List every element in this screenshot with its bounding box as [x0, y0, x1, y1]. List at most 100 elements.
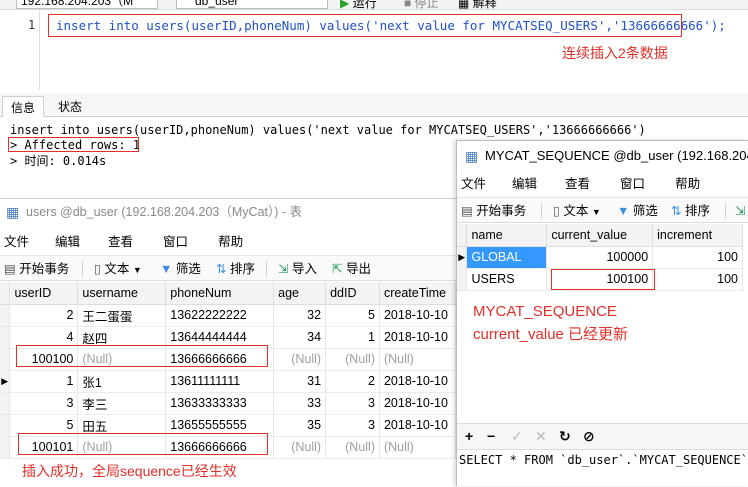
begin-transaction-button[interactable]: ▤ 开始事务 — [4, 260, 69, 278]
cell-phonenum[interactable]: 13611111111 — [165, 370, 275, 393]
cell-age[interactable]: 35 — [273, 414, 327, 437]
menu-edit[interactable]: 编辑 — [512, 173, 561, 195]
cell-userid[interactable]: 2 — [9, 304, 79, 327]
discard-changes-icon[interactable]: ✕ — [535, 428, 547, 445]
sequence-tool-bar: ▤ 开始事务 ▯ 文本 ▼ ▼ 筛选 ⇅ 排序 ⇲ — [457, 197, 748, 223]
cell-ddid[interactable]: (Null) — [325, 348, 380, 371]
stop-button[interactable]: ■ 停止 — [404, 0, 439, 9]
sort-icon: ⇅ — [671, 204, 682, 218]
column-header-createtime[interactable]: createTime — [379, 282, 457, 305]
menu-window[interactable]: 窗口 — [163, 231, 214, 253]
cell-increment[interactable]: 100 — [652, 246, 743, 269]
cell-phonenum[interactable]: 13622222222 — [165, 304, 275, 327]
row-indicator — [0, 436, 11, 459]
run-button[interactable]: ▶ 运行 — [340, 0, 377, 10]
column-header-name[interactable]: name — [466, 224, 548, 247]
cell-username[interactable]: 王二蛋蛋 — [77, 304, 167, 327]
export-label: 导出 — [345, 262, 371, 276]
cell-userid[interactable]: 3 — [9, 392, 79, 415]
column-header-ddid[interactable]: ddID — [325, 282, 380, 305]
cell-ddid[interactable]: 3 — [325, 392, 380, 415]
cell-createtime[interactable]: 2018-10-10 — [379, 414, 457, 437]
cell-createtime[interactable]: 2018-10-10 — [379, 304, 457, 327]
cell-increment[interactable]: 100 — [652, 268, 743, 291]
top-toolbar: 192.168.204.203（M db_user ▶ 运行 ■ 停止 ▦ 解释 — [0, 0, 748, 10]
cell-current-value[interactable]: 100000 — [546, 246, 654, 269]
menu-view[interactable]: 查看 — [108, 231, 159, 253]
cell-ddid[interactable]: (Null) — [325, 436, 380, 459]
cell-username[interactable]: 李三 — [77, 392, 167, 415]
cell-createtime[interactable]: (Null) — [379, 348, 457, 371]
cell-createtime[interactable]: (Null) — [379, 436, 457, 459]
apply-changes-icon[interactable]: ✓ — [511, 428, 523, 445]
filter-label: 筛选 — [632, 204, 658, 218]
refresh-icon[interactable]: ↻ — [559, 428, 571, 445]
cell-age[interactable]: 31 — [273, 370, 327, 393]
stop-icon[interactable]: ⊘ — [583, 428, 595, 445]
text-view-button[interactable]: ▯ 文本 ▼ — [553, 202, 601, 220]
cell-ddid[interactable]: 5 — [325, 304, 380, 327]
cell-ddid[interactable]: 2 — [325, 370, 380, 393]
export-button[interactable]: ⇱ 导出 — [332, 260, 371, 278]
begin-transaction-label: 开始事务 — [476, 204, 527, 218]
filter-button[interactable]: ▼ 筛选 — [617, 202, 658, 220]
column-header-userid[interactable]: userID — [9, 282, 79, 305]
cell-age[interactable]: 34 — [273, 326, 327, 349]
cell-ddid[interactable]: 3 — [325, 414, 380, 437]
sql-editor[interactable]: 1 insert into users(userID,phoneNum) val… — [0, 10, 748, 90]
cell-name[interactable]: GLOBAL — [466, 246, 548, 269]
import-button[interactable]: ⇲ 导入 — [278, 260, 317, 278]
table-row[interactable]: ▶ GLOBAL 100000 100 — [457, 246, 743, 269]
cell-age[interactable]: (Null) — [273, 348, 327, 371]
column-header-username[interactable]: username — [77, 282, 167, 305]
menu-view[interactable]: 查看 — [565, 173, 616, 195]
table-row[interactable]: 3 李三 13633333333 33 3 2018-10-10 — [0, 392, 457, 415]
column-header-current-value[interactable]: current_value — [546, 224, 654, 247]
add-record-icon[interactable]: + — [465, 428, 473, 444]
cell-createtime[interactable]: 2018-10-10 — [379, 326, 457, 349]
connection-select-value: 192.168.204.203（M — [21, 0, 134, 8]
cell-createtime[interactable]: 2018-10-10 — [379, 370, 457, 393]
begin-transaction-button[interactable]: ▤ 开始事务 — [461, 202, 526, 220]
cell-age[interactable]: 32 — [273, 304, 327, 327]
tab-status[interactable]: 状态 — [50, 96, 90, 117]
menu-window[interactable]: 窗口 — [620, 173, 671, 195]
menu-edit[interactable]: 编辑 — [55, 231, 104, 253]
row-indicator — [0, 304, 11, 327]
menu-help[interactable]: 帮助 — [218, 231, 255, 253]
sequence-table-window: ▦ MYCAT_SEQUENCE @db_user (192.168.204.2… — [456, 140, 748, 486]
menu-file[interactable]: 文件 — [4, 231, 51, 253]
menu-help[interactable]: 帮助 — [675, 173, 712, 195]
cell-userid[interactable]: 1 — [9, 370, 79, 393]
run-label: 运行 — [352, 0, 377, 10]
cell-age[interactable]: (Null) — [273, 436, 327, 459]
cell-username[interactable]: 张1 — [77, 370, 167, 393]
connection-select[interactable]: 192.168.204.203（M — [16, 0, 158, 9]
cell-createtime[interactable]: 2018-10-10 — [379, 392, 457, 415]
current-value-highlight-box — [551, 269, 655, 290]
filter-button[interactable]: ▼ 筛选 — [160, 260, 201, 278]
table-row[interactable]: 2 王二蛋蛋 13622222222 32 5 2018-10-10 — [0, 304, 457, 327]
menu-file[interactable]: 文件 — [461, 173, 508, 195]
database-select[interactable]: db_user — [176, 0, 328, 9]
row-indicator — [0, 392, 11, 415]
explain-button[interactable]: ▦ 解释 — [458, 0, 497, 9]
cell-name[interactable]: USERS — [466, 268, 548, 291]
table-row[interactable]: ▶ 1 张1 13611111111 31 2 2018-10-10 — [0, 370, 457, 393]
column-header-age[interactable]: age — [273, 282, 327, 305]
cell-ddid[interactable]: 1 — [325, 326, 380, 349]
delete-record-icon[interactable]: − — [487, 428, 495, 444]
cell-phonenum[interactable]: 13633333333 — [165, 392, 275, 415]
sort-button[interactable]: ⇅ 排序 — [216, 260, 255, 278]
text-view-label: 文本 — [563, 204, 589, 218]
tab-info[interactable]: 信息 — [2, 96, 45, 117]
transaction-icon: ▤ — [461, 204, 473, 218]
cell-age[interactable]: 33 — [273, 392, 327, 415]
column-header-increment[interactable]: increment — [652, 224, 743, 247]
sort-button[interactable]: ⇅ 排序 — [671, 202, 710, 220]
text-view-button[interactable]: ▯ 文本 ▼ — [94, 260, 142, 278]
row-indicator — [0, 326, 11, 349]
column-header-phonenum[interactable]: phoneNum — [165, 282, 275, 305]
users-success-annotation: 插入成功，全局sequence已经生效 — [22, 463, 237, 479]
import-button[interactable]: ⇲ — [735, 202, 745, 220]
